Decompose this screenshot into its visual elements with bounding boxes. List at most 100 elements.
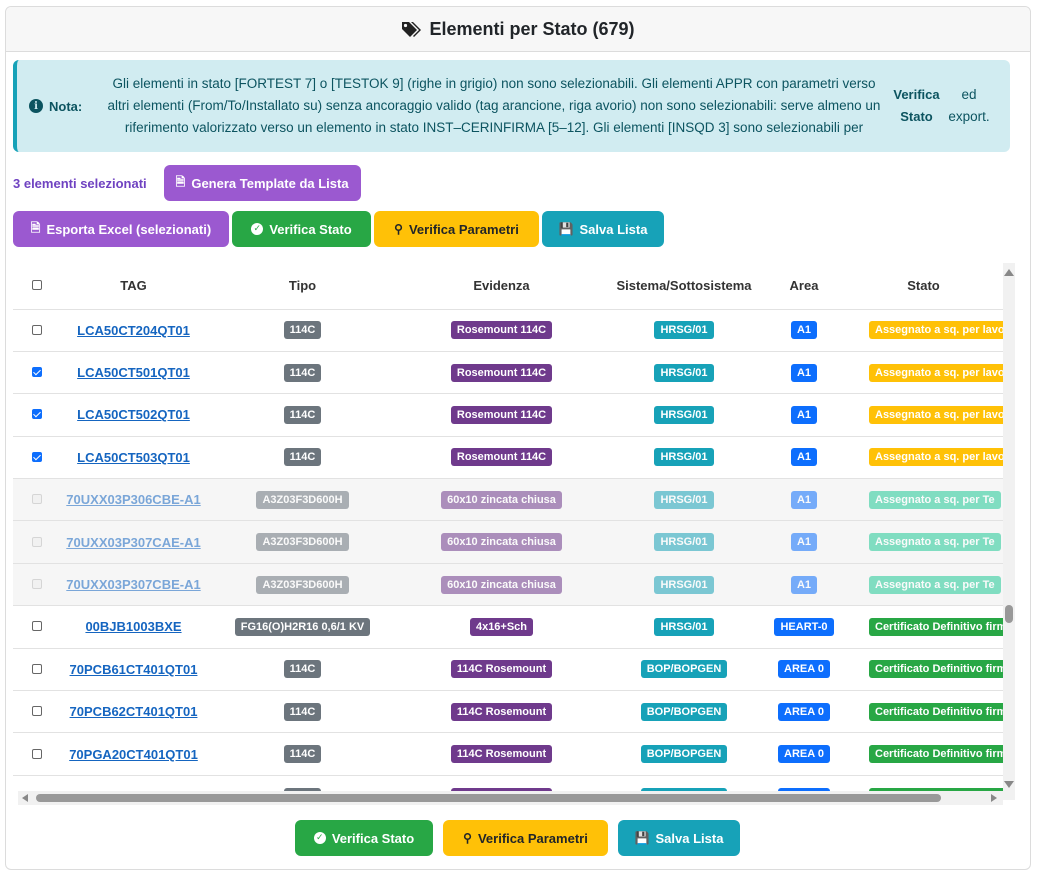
- evidenza-badge: 114C Rosemount: [450, 660, 553, 679]
- area-cell: A1: [764, 478, 844, 521]
- scroll-right-icon[interactable]: [991, 794, 997, 802]
- tag-link[interactable]: 70PCB61CT401QT01: [70, 662, 198, 677]
- area-cell: A1: [764, 562, 844, 606]
- scroll-down-icon[interactable]: [1004, 781, 1014, 788]
- column-header-evidenza[interactable]: Evidenza: [399, 263, 604, 309]
- bottom-verifica-stato-button[interactable]: ✓ Verifica Stato: [295, 820, 433, 856]
- stato-badge: Assegnato a sq. per lavora: [869, 363, 1003, 382]
- tipo-cell: A3Z03F3D600H: [206, 478, 399, 521]
- sistema-cell: HRSG/01: [604, 308, 764, 352]
- search-icon: ⚲: [463, 831, 472, 845]
- verifica-stato-button[interactable]: ✓ Verifica Stato: [232, 211, 371, 247]
- stato-badge: Assegnato a sq. per Te: [869, 490, 1001, 509]
- tag-link[interactable]: 70UXX03P307CBE-A1: [66, 577, 200, 592]
- salva-lista-label: Salva Lista: [579, 221, 648, 237]
- tag-cell: LCA50CT501QT01: [61, 350, 206, 394]
- area-cell: A1: [764, 435, 844, 479]
- sistema-cell: BOP/BOPGEN: [604, 732, 764, 776]
- scroll-left-icon[interactable]: [22, 794, 28, 802]
- row-checkbox[interactable]: [32, 748, 42, 759]
- evidenza-cell: Rosemount 114C: [399, 435, 604, 479]
- select-all-cell: [13, 263, 61, 309]
- tipo-badge: 114C: [283, 405, 322, 424]
- tag-cell: 70PCB61CT401QT01: [61, 647, 206, 691]
- bottom-salva-lista-button[interactable]: 💾 Salva Lista: [618, 820, 740, 856]
- vertical-scroll-thumb[interactable]: [1005, 605, 1013, 623]
- sistema-cell: HRSG/01: [604, 393, 764, 437]
- tipo-badge: 114C: [283, 660, 322, 679]
- column-header-tag[interactable]: TAG: [61, 263, 206, 309]
- tag-link[interactable]: 70UXX03P307CAE-A1: [66, 535, 200, 550]
- table-row: 70PCB62CT401QT01 114C 114C Rosemount BOP/BO…: [13, 690, 1003, 733]
- tag-link[interactable]: LCA50CT502QT01: [77, 407, 190, 422]
- area-badge: A1: [790, 448, 818, 467]
- salva-lista-button[interactable]: 💾 Salva Lista: [542, 211, 664, 247]
- tag-link[interactable]: LCA50CT503QT01: [77, 450, 190, 465]
- column-header-area[interactable]: Area: [764, 263, 844, 309]
- tag-cell: LCA50CT502QT01: [61, 393, 206, 437]
- evidenza-cell: 114C Rosemount: [399, 647, 604, 691]
- verifica-parametri-label: Verifica Parametri: [408, 221, 519, 237]
- generate-template-button[interactable]: 🗎 Genera Template da Lista: [163, 165, 361, 201]
- stato-badge: Certificato Definitivo firm: [869, 745, 1003, 764]
- sistema-badge: HRSG/01: [654, 533, 714, 552]
- tipo-cell: 114C: [206, 308, 399, 352]
- area-badge: A1: [790, 405, 818, 424]
- evidenza-cell: 114C Rosemount: [399, 732, 604, 776]
- horizontal-scroll-thumb[interactable]: [36, 794, 941, 802]
- row-checkbox[interactable]: [32, 324, 42, 335]
- stato-cell: Assegnato a sq. per lavora: [844, 350, 1003, 394]
- stato-cell: Assegnato a sq. per lavora: [844, 435, 1003, 479]
- elements-table-container[interactable]: TAG Tipo Evidenza Sistema/Sottosistema A…: [13, 263, 1003, 800]
- stato-badge: Assegnato a sq. per Te: [869, 575, 1001, 594]
- evidenza-badge: 60x10 zincata chiusa: [441, 575, 562, 594]
- row-checkbox[interactable]: [32, 409, 42, 420]
- tag-link[interactable]: 70UXX03P306CBE-A1: [66, 492, 200, 507]
- sistema-cell: HRSG/01: [604, 520, 764, 564]
- evidenza-cell: Rosemount 114C: [399, 393, 604, 437]
- stato-badge: Assegnato a sq. per lavora: [869, 405, 1003, 424]
- vertical-scrollbar[interactable]: [1003, 263, 1015, 800]
- sistema-badge: HRSG/01: [654, 617, 714, 636]
- area-cell: AREA 0: [764, 732, 844, 776]
- tipo-cell: 114C: [206, 435, 399, 479]
- select-all-checkbox[interactable]: [32, 280, 42, 291]
- column-header-stato[interactable]: Stato: [844, 263, 1003, 309]
- row-select-cell: [13, 308, 61, 352]
- row-checkbox[interactable]: [32, 451, 42, 462]
- tipo-badge: 114C: [283, 745, 322, 764]
- tag-link[interactable]: 70PCB62CT401QT01: [70, 704, 198, 719]
- bottom-verifica-parametri-button[interactable]: ⚲ Verifica Parametri: [443, 820, 608, 856]
- tag-link[interactable]: LCA50CT204QT01: [77, 323, 190, 338]
- table-row: 00BJB1003BXE FG16(O)H2R16 0,6/1 KV 4x16+Sc…: [13, 605, 1003, 649]
- tag-cell: 70UXX03P307CBE-A1: [61, 562, 206, 606]
- row-checkbox[interactable]: [32, 621, 42, 632]
- column-header-tipo[interactable]: Tipo: [206, 263, 399, 309]
- stato-badge: Certificato Definitivo firm: [869, 617, 1003, 636]
- row-checkbox[interactable]: [32, 663, 42, 674]
- export-excel-button[interactable]: 🗎 Esporta Excel (selezionati): [13, 211, 229, 247]
- sistema-cell: HRSG/01: [604, 350, 764, 394]
- sistema-badge: BOP/BOPGEN: [640, 702, 728, 721]
- tag-link[interactable]: 70PGA20CT401QT01: [69, 747, 198, 762]
- row-checkbox: [32, 536, 42, 547]
- column-header-sistema[interactable]: Sistema/Sottosistema: [604, 263, 764, 309]
- row-checkbox[interactable]: [32, 367, 42, 378]
- alert-text: Gli elementi in stato [FORTEST 7] o [TES…: [107, 76, 881, 135]
- row-checkbox[interactable]: [32, 706, 42, 717]
- verifica-parametri-button[interactable]: ⚲ Verifica Parametri: [374, 211, 539, 247]
- area-cell: AREA 0: [764, 690, 844, 733]
- area-badge: A1: [790, 363, 818, 382]
- tag-link[interactable]: 00BJB1003BXE: [85, 619, 181, 634]
- area-badge: AREA 0: [778, 745, 830, 764]
- evidenza-cell: Rosemount 114C: [399, 308, 604, 352]
- sistema-badge: BOP/BOPGEN: [640, 660, 728, 679]
- scroll-up-icon[interactable]: [1004, 269, 1014, 276]
- tag-cell: 70UXX03P306CBE-A1: [61, 478, 206, 521]
- card-header: Elementi per Stato (679): [6, 7, 1030, 52]
- tag-link[interactable]: LCA50CT501QT01: [77, 365, 190, 380]
- area-badge: A1: [790, 533, 818, 552]
- horizontal-scrollbar[interactable]: [18, 791, 1003, 805]
- sistema-badge: HRSG/01: [654, 448, 714, 467]
- alert-label-group: i Nota:: [17, 99, 99, 114]
